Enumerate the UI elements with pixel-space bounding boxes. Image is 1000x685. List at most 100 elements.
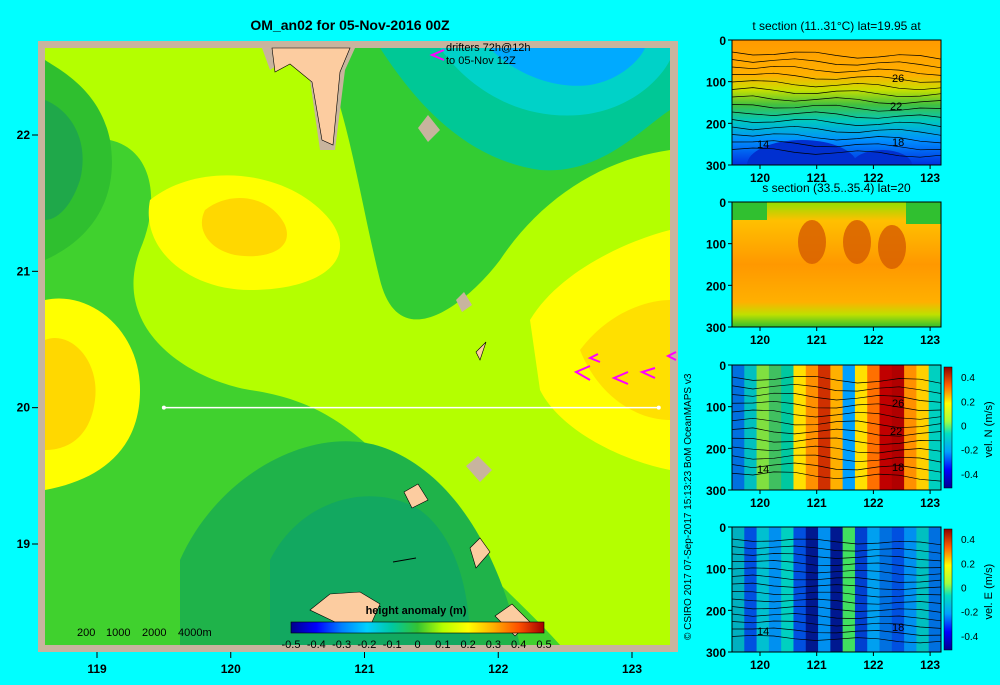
- panel-title: s section (33.5..35.4) lat=20: [762, 181, 911, 195]
- section-panel-4: 0 100 200 300 120 121 122 123 14 18 0.4 0.2 0 -0.2 -0.…: [706, 521, 995, 672]
- velocity-band: [854, 365, 868, 490]
- lat-tick-label: 20: [17, 401, 31, 415]
- panel-x-tick-label: 121: [807, 496, 827, 510]
- panel-x-tick-label: 123: [920, 658, 940, 672]
- panel-x-tick-label: 121: [807, 333, 827, 347]
- velocity-band: [928, 527, 941, 652]
- velocity-colorbar-tick: -0.4: [961, 470, 979, 481]
- contour-label: 18: [892, 137, 904, 149]
- colorbar-tick-label: 0.5: [536, 639, 551, 651]
- velocity-colorbar-label: vel. E (m/s): [983, 564, 995, 620]
- velocity-band: [854, 527, 868, 652]
- velocity-colorbar-label: vel. N (m/s): [983, 401, 995, 457]
- main-map: drifters 72h@12h to 05-Nov 12Z 200 1000 …: [17, 41, 678, 676]
- panel-y-tick-label: 200: [706, 117, 726, 131]
- colorbar-tick-label: -0.4: [307, 639, 326, 651]
- velocity-band: [768, 365, 782, 490]
- velocity-band: [830, 365, 844, 490]
- velocity-colorbar: [943, 528, 953, 651]
- lon-tick-label: 120: [221, 662, 241, 676]
- panel-field: [732, 202, 941, 327]
- panel-y-tick-label: 100: [706, 238, 726, 252]
- section-panel-3: 0 100 200 300 120 121 122 123 26 22 18 14 0.4 0.2 0 -0.…: [706, 359, 995, 510]
- section-panels: t section (11..31°C) lat=19.95 at 0 100 200…: [706, 19, 995, 672]
- depth-legend-label: 4000m: [178, 627, 212, 639]
- panel-y-tick-label: 0: [719, 521, 726, 535]
- velocity-band: [818, 527, 831, 652]
- contour-label: 22: [890, 426, 902, 438]
- figure: OM_an02 for 05-Nov-2016 00Z drifters 72h…: [0, 0, 1000, 680]
- figure-title: OM_an02 for 05-Nov-2016 00Z: [250, 17, 450, 33]
- velocity-band: [842, 365, 856, 490]
- contour-label: 26: [892, 73, 904, 85]
- section-panel-2: s section (33.5..35.4) lat=20 0 100 200 300 1…: [706, 181, 942, 347]
- velocity-band: [842, 527, 856, 652]
- drifters-label-line2: to 05-Nov 12Z: [446, 55, 516, 67]
- colorbar-tick-label: -0.5: [282, 639, 301, 651]
- colorbar-tick-label: 0: [414, 639, 420, 651]
- velocity-band: [805, 527, 819, 652]
- figure-canvas: OM_an02 for 05-Nov-2016 00Z drifters 72h…: [17, 17, 995, 676]
- velocity-colorbar: [943, 366, 953, 489]
- contour-label: 14: [757, 626, 769, 638]
- panel-y-tick-label: 0: [719, 196, 726, 210]
- velocity-band: [830, 527, 844, 652]
- velocity-band: [916, 527, 930, 652]
- depth-legend-label: 200: [77, 627, 95, 639]
- panel-x-tick-label: 123: [920, 496, 940, 510]
- velocity-colorbar-tick: 0.2: [961, 559, 975, 570]
- velocity-band: [781, 527, 794, 652]
- height-anomaly-field: [45, 48, 670, 645]
- velocity-colorbar-tick: 0.4: [961, 373, 975, 384]
- colorbar-tick-label: 0.3: [486, 639, 501, 651]
- depth-legend-label: 1000: [106, 627, 130, 639]
- lon-tick-label: 122: [488, 662, 508, 676]
- panel-title: t section (11..31°C) lat=19.95 at: [752, 19, 921, 33]
- velocity-band: [744, 527, 758, 652]
- panel-y-tick-label: 100: [706, 76, 726, 90]
- panel-x-tick-label: 120: [750, 658, 770, 672]
- drifters-label-line1: drifters 72h@12h: [446, 42, 531, 54]
- velocity-band: [732, 527, 745, 652]
- depth-legend-label: 2000: [142, 627, 166, 639]
- contour-label: 26: [892, 398, 904, 410]
- colorbar-tick-label: 0.4: [511, 639, 526, 651]
- velocity-band: [768, 527, 782, 652]
- panel-x-tick-label: 122: [863, 333, 883, 347]
- velocity-band: [805, 365, 819, 490]
- velocity-band: [818, 365, 831, 490]
- panel-y-tick-label: 300: [706, 321, 726, 335]
- panel-y-tick-label: 0: [719, 359, 726, 373]
- velocity-colorbar-tick: 0.4: [961, 535, 975, 546]
- lon-tick-label: 123: [622, 662, 642, 676]
- lon-tick-label: 121: [354, 662, 374, 676]
- panel-y-tick-label: 200: [706, 604, 726, 618]
- velocity-band: [916, 365, 930, 490]
- panel-x-tick-label: 121: [807, 658, 827, 672]
- panel-y-tick-label: 200: [706, 442, 726, 456]
- panel-y-tick-label: 100: [706, 401, 726, 415]
- velocity-band: [793, 365, 807, 490]
- velocity-colorbar-tick: -0.4: [961, 632, 979, 643]
- panel-x-tick-label: 120: [750, 333, 770, 347]
- velocity-colorbar-tick: 0: [961, 584, 967, 595]
- panel-x-tick-label: 123: [920, 171, 940, 185]
- panel-y-tick-label: 100: [706, 563, 726, 577]
- contour-label: 14: [757, 139, 769, 151]
- lon-tick-label: 119: [87, 662, 107, 676]
- colorbar-title: height anomaly (m): [366, 605, 467, 617]
- colorbar-tick-label: -0.3: [332, 639, 351, 651]
- panel-x-tick-label: 123: [920, 333, 940, 347]
- panel-field: [732, 40, 941, 165]
- colorbar-tick-label: -0.1: [383, 639, 402, 651]
- velocity-band: [867, 365, 881, 490]
- velocity-colorbar-tick: 0: [961, 422, 967, 433]
- velocity-colorbar-tick: -0.2: [961, 446, 979, 457]
- panel-y-tick-label: 300: [706, 159, 726, 173]
- panel-y-tick-label: 300: [706, 484, 726, 498]
- credit-text: © CSIRO 2017 07-Sep-2017 15:13:23 BoM Oc…: [683, 373, 694, 640]
- colorbar-tick-label: -0.2: [357, 639, 376, 651]
- lat-tick-label: 19: [17, 537, 31, 551]
- contour-label: 18: [892, 622, 904, 634]
- panel-y-tick-label: 300: [706, 646, 726, 660]
